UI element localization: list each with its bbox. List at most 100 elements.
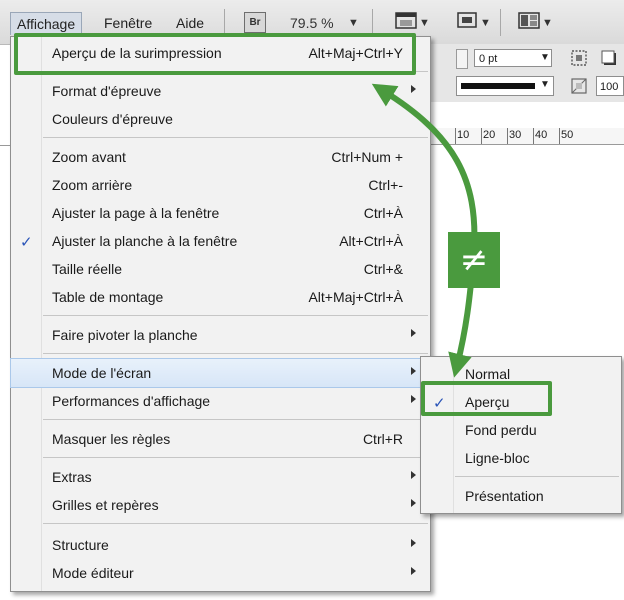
submenu-arrow-icon — [411, 329, 416, 337]
menu-item-label: Format d'épreuve — [52, 83, 162, 99]
stroke-weight-dropdown-icon[interactable]: ▼ — [540, 52, 550, 63]
zoom-dropdown-arrow-icon[interactable]: ▼ — [348, 12, 359, 34]
menu-separator — [43, 523, 428, 524]
menu-item-label: Mode de l'écran — [52, 365, 152, 381]
not-equal-icon: ≠ — [448, 232, 500, 288]
menu-separator — [43, 419, 428, 420]
zoom-level-field[interactable]: 79.5 % — [290, 12, 334, 34]
arrange-documents-icon[interactable] — [518, 10, 540, 30]
menu-separator — [43, 353, 428, 354]
menu-item-shortcut: Ctrl+R — [362, 431, 403, 447]
submenu-item-presentation[interactable]: Présentation — [421, 482, 621, 510]
ruler-label: 50 — [561, 129, 574, 141]
submenu-item-bleed[interactable]: Fond perdu — [421, 416, 621, 444]
menu-item-editor-mode[interactable]: Mode éditeur — [11, 559, 430, 587]
affichage-dropdown-menu: Aperçu de la surimpression Alt+Maj+Ctrl+… — [10, 36, 431, 592]
menu-item-label: Zoom arrière — [52, 177, 133, 193]
menu-item-label: Structure — [52, 537, 109, 553]
drop-shadow-icon[interactable] — [600, 49, 618, 67]
ruler-label: 30 — [509, 129, 522, 141]
menu-item-hide-rulers[interactable]: Masquer les règles Ctrl+R — [11, 425, 430, 453]
ruler-label: 10 — [457, 129, 470, 141]
submenu-arrow-icon — [411, 471, 416, 479]
menu-affichage[interactable]: Affichage — [10, 12, 83, 35]
ruler-tick — [559, 128, 560, 144]
view-options-dropdown-icon[interactable]: ▼ — [480, 12, 491, 34]
submenu-arrow-icon — [411, 567, 416, 575]
menu-item-label: Performances d'affichage — [52, 393, 211, 409]
menu-item-display-performance[interactable]: Performances d'affichage — [11, 387, 430, 415]
menu-fenetre[interactable]: Fenêtre — [100, 12, 156, 34]
menu-item-label: Table de montage — [52, 289, 164, 305]
screen-mode-dropdown-icon[interactable]: ▼ — [419, 12, 430, 34]
menu-item-fit-page[interactable]: Ajuster la page à la fenêtre Ctrl+À — [11, 199, 430, 227]
submenu-item-label: Fond perdu — [465, 422, 537, 438]
menu-item-label: Masquer les règles — [52, 431, 171, 447]
menu-item-label: Taille réelle — [52, 261, 123, 277]
menu-item-proof-colors[interactable]: Couleurs d'épreuve — [11, 105, 430, 133]
submenu-arrow-icon — [411, 499, 416, 507]
toolbar-separator — [372, 9, 373, 36]
menu-item-label: Zoom avant — [52, 149, 126, 165]
menu-item-shortcut: Ctrl+Num + — [331, 149, 403, 165]
menu-item-label: Ajuster la page à la fenêtre — [52, 205, 220, 221]
submenu-item-slug[interactable]: Ligne-bloc — [421, 444, 621, 472]
menu-item-proof-setup[interactable]: Format d'épreuve — [11, 77, 430, 105]
menu-item-shortcut: Ctrl+& — [363, 261, 403, 277]
annotation-box-overprint — [14, 33, 416, 75]
menu-item-shortcut: Alt+Maj+Ctrl+À — [308, 289, 403, 305]
menu-item-label: Extras — [52, 469, 92, 485]
menu-item-label: Faire pivoter la planche — [52, 327, 198, 343]
ruler-tick — [507, 128, 508, 144]
toolbar-separator — [500, 9, 501, 36]
menu-item-rotate-spread[interactable]: Faire pivoter la planche — [11, 321, 430, 349]
toolbar-separator — [224, 9, 225, 36]
menu-item-shortcut: Alt+Ctrl+À — [339, 233, 403, 249]
menu-item-actual-size[interactable]: Taille réelle Ctrl+& — [11, 255, 430, 283]
ruler-tick — [455, 128, 456, 144]
menu-separator — [43, 137, 428, 138]
menu-item-label: Mode éditeur — [52, 565, 134, 581]
bridge-button[interactable]: Br — [244, 12, 266, 33]
ruler-label: 20 — [483, 129, 496, 141]
menu-item-label: Grilles et repères — [52, 497, 159, 513]
ruler-tick — [533, 128, 534, 144]
horizontal-ruler[interactable]: 10 20 30 40 50 — [428, 128, 624, 145]
stroke-type-swatch — [461, 83, 535, 89]
submenu-item-label: Présentation — [465, 488, 544, 504]
submenu-arrow-icon — [411, 367, 416, 375]
menu-item-screen-mode[interactable]: Mode de l'écran — [10, 358, 431, 388]
menu-item-shortcut: Ctrl+À — [363, 205, 403, 221]
submenu-arrow-icon — [411, 85, 416, 93]
submenu-arrow-icon — [411, 395, 416, 403]
screen-mode-icon[interactable] — [395, 10, 417, 30]
ruler-tick — [481, 128, 482, 144]
screen-mode-submenu: Normal ✓ Aperçu Fond perdu Ligne-bloc Pr… — [420, 356, 622, 514]
submenu-arrow-icon — [411, 539, 416, 547]
menu-separator — [43, 457, 428, 458]
menu-item-zoom-in[interactable]: Zoom avant Ctrl+Num + — [11, 143, 430, 171]
menu-item-zoom-out[interactable]: Zoom arrière Ctrl+- — [11, 171, 430, 199]
menu-item-label: Ajuster la planche à la fenêtre — [52, 233, 238, 249]
menu-item-label: Couleurs d'épreuve — [52, 111, 173, 127]
menu-aide[interactable]: Aide — [172, 12, 208, 34]
view-options-icon[interactable] — [456, 10, 478, 30]
opacity-icon[interactable] — [570, 77, 588, 95]
submenu-item-label: Ligne-bloc — [465, 450, 530, 466]
opacity-field[interactable]: 100 — [596, 76, 624, 96]
menu-item-grids-guides[interactable]: Grilles et repères — [11, 491, 430, 519]
menu-item-pasteboard[interactable]: Table de montage Alt+Maj+Ctrl+À — [11, 283, 430, 311]
menu-item-structure[interactable]: Structure — [11, 531, 430, 559]
menu-separator — [455, 476, 619, 477]
checkmark-icon: ✓ — [20, 234, 33, 251]
menu-item-extras[interactable]: Extras — [11, 463, 430, 491]
frame-fitting-icon[interactable] — [570, 49, 588, 67]
stroke-weight-spinner[interactable] — [456, 49, 468, 69]
menu-separator — [43, 315, 428, 316]
menu-item-fit-spread[interactable]: ✓ Ajuster la planche à la fenêtre Alt+Ct… — [11, 227, 430, 255]
annotation-box-preview — [421, 381, 552, 416]
menu-item-shortcut: Ctrl+- — [368, 177, 403, 193]
submenu-item-label: Normal — [465, 366, 511, 382]
stroke-type-dropdown-icon[interactable]: ▼ — [540, 79, 550, 90]
arrange-documents-dropdown-icon[interactable]: ▼ — [542, 12, 553, 34]
